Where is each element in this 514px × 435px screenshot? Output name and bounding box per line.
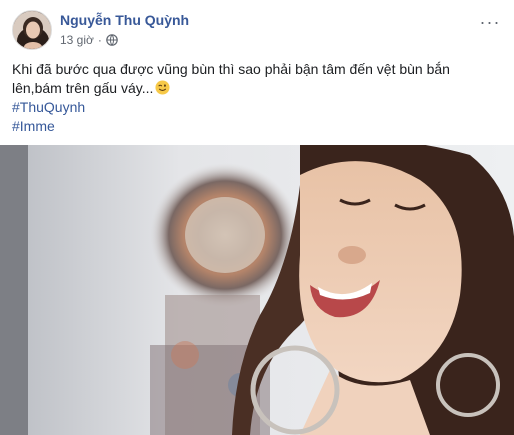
post-time[interactable]: 13 giờ [60,33,94,47]
post-header: Nguyễn Thu Quỳnh 13 giờ · ··· [0,0,514,56]
post-text: Khi đã bước qua được vũng bùn thì sao ph… [12,60,502,136]
avatar-image [13,11,51,49]
facebook-post: Nguyễn Thu Quỳnh 13 giờ · ··· Khi đã bướ… [0,0,514,435]
avatar[interactable] [12,10,52,50]
photo-image [0,145,514,435]
author-name[interactable]: Nguyễn Thu Quỳnh [60,12,189,28]
more-horizontal-icon[interactable]: ··· [478,13,502,31]
post-body-text: Khi đã bước qua được vũng bùn thì sao ph… [12,61,450,96]
post-body: Khi đã bước qua được vũng bùn thì sao ph… [12,60,502,98]
post-photo[interactable] [0,145,514,435]
meta-separator: · [97,33,102,47]
post-meta: 13 giờ · [60,33,118,47]
hashtag-thuquynh[interactable]: #ThuQuynh [12,98,502,117]
hashtag-imme[interactable]: #Imme [12,117,502,136]
wink-face-emoji [155,80,170,95]
globe-icon[interactable] [106,34,118,46]
